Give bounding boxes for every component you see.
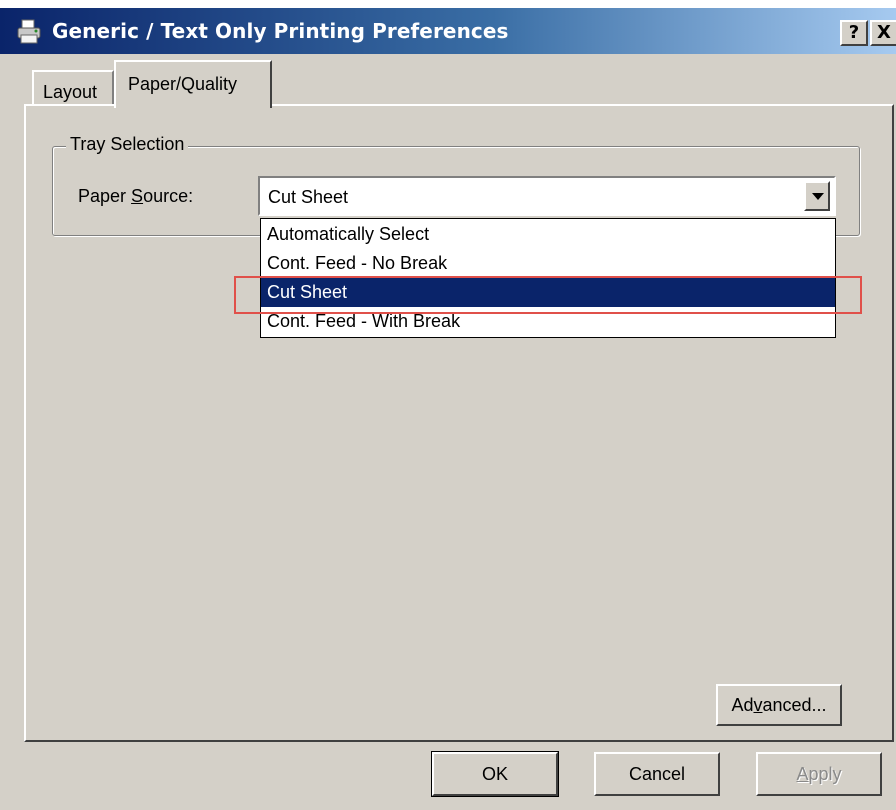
tab-label: Layout: [43, 82, 98, 102]
dropdown-option-cont-feed-no-break[interactable]: Cont. Feed - No Break: [261, 249, 835, 278]
combo-selected-value: Cut Sheet: [268, 187, 349, 207]
annotation-highlight-box: [234, 276, 862, 314]
tab-paper-quality[interactable]: Paper/Quality: [114, 60, 272, 108]
title-bar[interactable]: Generic / Text Only Printing Preferences…: [0, 8, 896, 54]
apply-button[interactable]: Apply: [756, 752, 882, 796]
paper-source-combobox[interactable]: Cut Sheet: [258, 176, 836, 216]
printer-icon: [17, 19, 41, 44]
tab-layout[interactable]: Layout: [32, 70, 114, 106]
dropdown-option-automatically-select[interactable]: Automatically Select: [261, 220, 835, 249]
window-title: Generic / Text Only Printing Preferences: [52, 19, 509, 43]
chevron-down-icon[interactable]: [804, 181, 830, 211]
help-button[interactable]: ?: [840, 20, 868, 46]
cancel-button[interactable]: Cancel: [594, 752, 720, 796]
close-button[interactable]: X: [870, 20, 896, 46]
advanced-button[interactable]: Advanced...: [716, 684, 842, 726]
group-title: Tray Selection: [66, 134, 189, 155]
ok-button[interactable]: OK: [431, 751, 559, 797]
tab-label: Paper/Quality: [128, 74, 238, 94]
paper-source-label: Paper Source:: [78, 186, 194, 206]
